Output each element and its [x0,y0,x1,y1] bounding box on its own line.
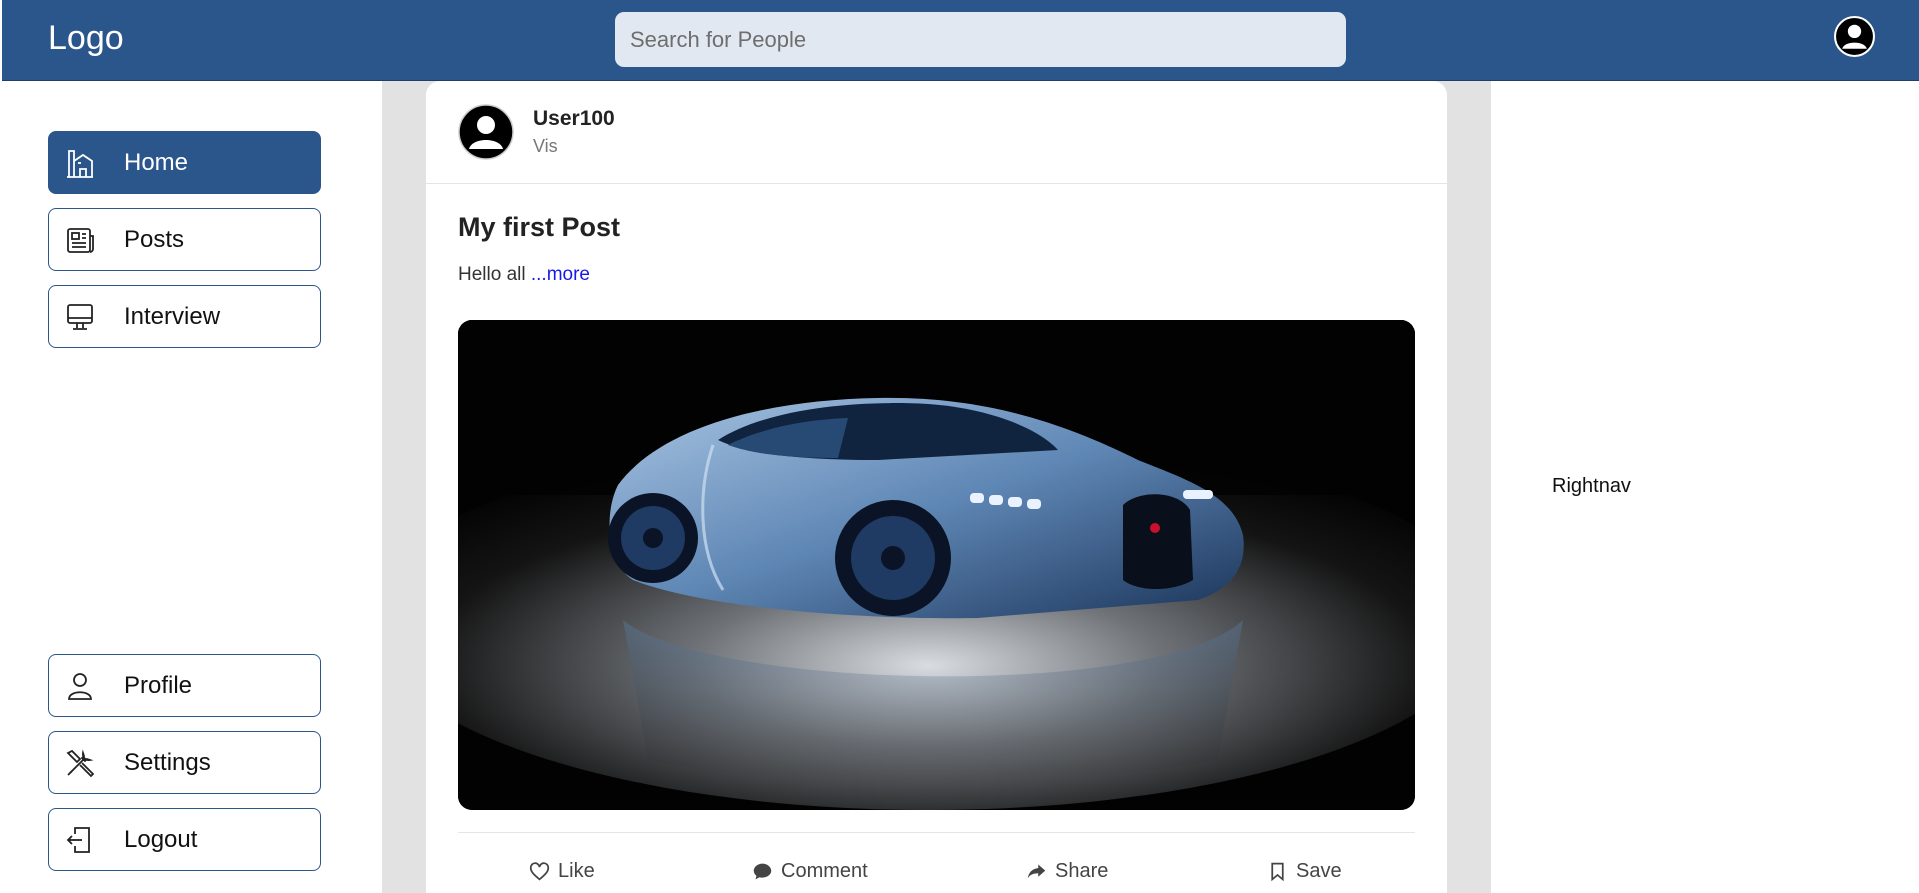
save-button[interactable]: Save [1267,856,1342,886]
user-circle-icon[interactable] [1834,16,1875,57]
home-icon [67,150,93,178]
post-body-text: Hello all [458,264,526,285]
like-label: Like [558,859,595,882]
post-header: User100 Vis [426,81,1447,184]
sidebar-item-label: Settings [124,749,211,776]
sidebar-item-interview[interactable]: Interview [48,285,321,348]
share-icon [1027,864,1046,878]
post-image[interactable] [458,320,1415,810]
actions-divider [458,832,1415,833]
sidebar-item-logout[interactable]: Logout [48,808,321,871]
post-card: User100 Vis My first Post Hello all ...m… [426,81,1447,893]
sidebar-item-home[interactable]: Home [48,131,321,194]
tools-icon [66,749,95,778]
save-label: Save [1296,859,1342,882]
bookmark-icon [1271,862,1284,881]
sidebar-item-settings[interactable]: Settings [48,731,321,794]
search-input[interactable] [615,12,1346,67]
sidebar-item-label: Posts [124,226,185,253]
sidebar-item-profile[interactable]: Profile [48,654,321,717]
post-username[interactable]: User100 [533,107,615,131]
sidebar-item-label: Profile [124,672,193,699]
sidebar-item-posts[interactable]: Posts [48,208,321,271]
rightnav-placeholder: Rightnav [1552,475,1631,497]
read-more-link[interactable]: ...more [531,264,590,285]
logout-icon [66,827,90,853]
avatar[interactable] [458,104,514,160]
post-title: My first Post [458,212,621,242]
like-button[interactable]: Like [529,856,595,886]
share-button[interactable]: Share [1026,856,1108,886]
user-icon [68,673,92,700]
sidebar-item-label: Home [124,149,189,176]
comment-icon [753,863,772,879]
top-navbar: Logo [2,0,1919,81]
newspaper-icon [67,228,94,253]
comment-label: Comment [781,859,868,882]
share-label: Share [1055,859,1109,882]
sidebar-item-label: Interview [124,303,221,330]
monitor-icon [67,304,93,330]
heart-icon [529,861,550,881]
post-visibility: Vis [533,136,558,156]
sidebar-item-label: Logout [124,826,198,853]
comment-button[interactable]: Comment [752,856,868,886]
sports-car-photo [458,320,1415,810]
logo[interactable]: Logo [48,19,124,58]
post-body: Hello all ...more [458,264,590,286]
